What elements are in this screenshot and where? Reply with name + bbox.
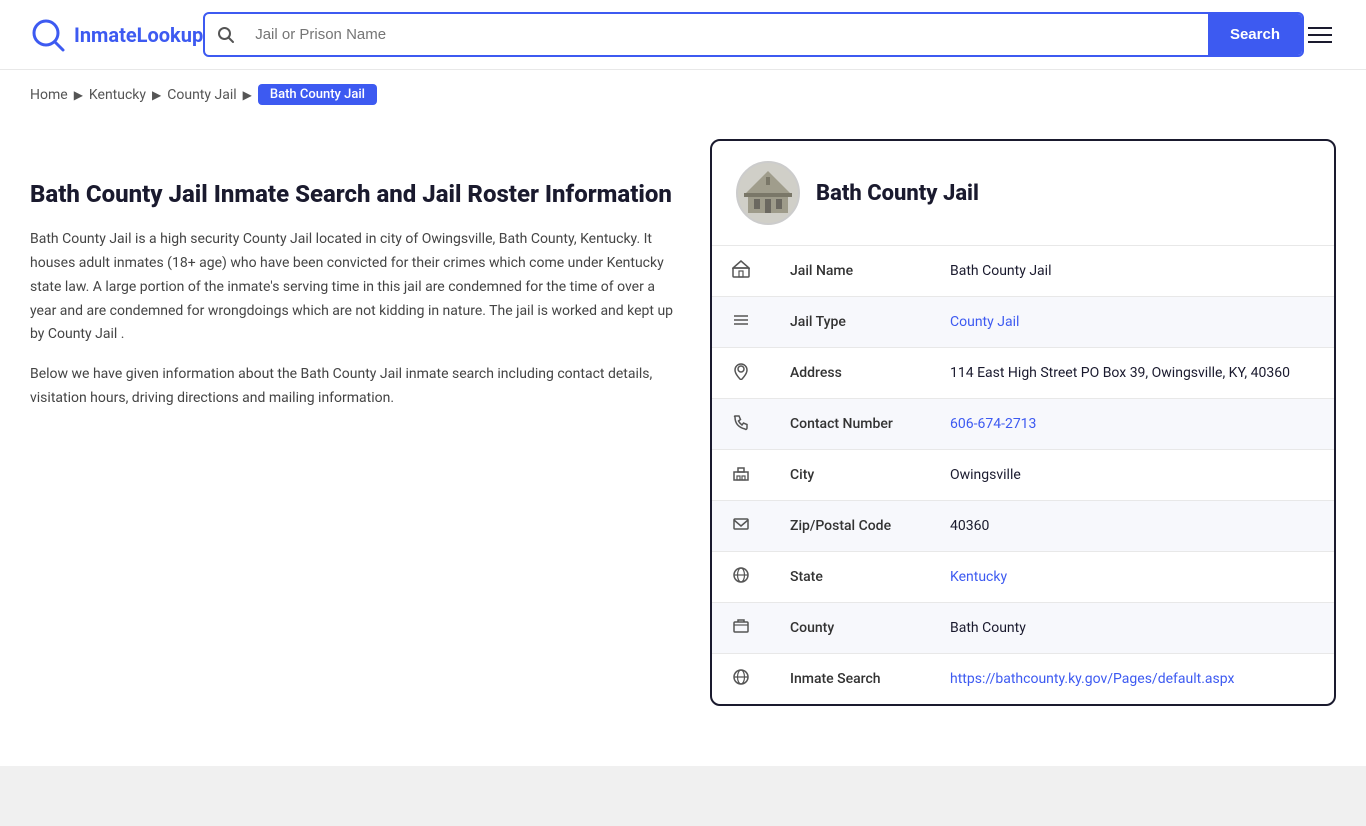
row-value-link[interactable]: County Jail — [950, 314, 1019, 330]
row-value-link[interactable]: 606-674-2713 — [950, 416, 1036, 432]
row-value[interactable]: Kentucky — [930, 552, 1334, 603]
jail-avatar — [736, 161, 800, 225]
search-bar: Search — [203, 12, 1304, 57]
hamburger-line1 — [1308, 27, 1332, 29]
row-value-link[interactable]: https://bathcounty.ky.gov/Pages/default.… — [950, 671, 1234, 687]
row-value: 40360 — [930, 501, 1334, 552]
row-value: Bath County Jail — [930, 246, 1334, 297]
menu-button[interactable] — [1304, 23, 1336, 47]
row-value-link[interactable]: Kentucky — [950, 569, 1007, 585]
mail-icon — [712, 501, 770, 552]
logo-link[interactable]: InmateLookup — [30, 17, 203, 53]
row-label: Jail Name — [770, 246, 930, 297]
row-label: Zip/Postal Code — [770, 501, 930, 552]
row-value[interactable]: https://bathcounty.ky.gov/Pages/default.… — [930, 654, 1334, 705]
page-heading: Bath County Jail Inmate Search and Jail … — [30, 179, 680, 210]
table-row: CityOwingsville — [712, 450, 1334, 501]
breadcrumb-type[interactable]: County Jail — [167, 87, 236, 103]
row-label: State — [770, 552, 930, 603]
row-label: Jail Type — [770, 297, 930, 348]
header: InmateLookup Search — [0, 0, 1366, 70]
breadcrumb-sep3: ▶ — [243, 88, 252, 102]
city-icon — [712, 450, 770, 501]
row-value: 114 East High Street PO Box 39, Owingsvi… — [930, 348, 1334, 399]
row-label: County — [770, 603, 930, 654]
location-icon — [712, 348, 770, 399]
table-row: Zip/Postal Code40360 — [712, 501, 1334, 552]
table-row: Jail NameBath County Jail — [712, 246, 1334, 297]
search-input[interactable] — [247, 14, 1208, 55]
globe-icon — [712, 552, 770, 603]
row-value[interactable]: 606-674-2713 — [930, 399, 1334, 450]
search-button[interactable]: Search — [1208, 14, 1302, 55]
table-row: Contact Number 606-674-2713 — [712, 399, 1334, 450]
breadcrumb-sep1: ▶ — [74, 88, 83, 102]
main-content: Bath County Jail Inmate Search and Jail … — [0, 119, 1366, 726]
courthouse-icon — [742, 167, 794, 219]
search-icon-wrap — [205, 26, 247, 44]
footer-bar — [0, 766, 1366, 826]
row-label: Contact Number — [770, 399, 930, 450]
list-icon — [712, 297, 770, 348]
table-row: Inmate Search https://bathcounty.ky.gov/P… — [712, 654, 1334, 705]
search-icon — [217, 26, 235, 44]
county-icon — [712, 603, 770, 654]
left-column: Bath County Jail Inmate Search and Jail … — [30, 139, 680, 427]
info-table: Jail NameBath County JailJail Type County… — [712, 246, 1334, 704]
table-row: State Kentucky — [712, 552, 1334, 603]
logo-icon — [30, 17, 66, 53]
page-desc1: Bath County Jail is a high security Coun… — [30, 228, 680, 347]
breadcrumb-home[interactable]: Home — [30, 87, 68, 103]
row-label: Inmate Search — [770, 654, 930, 705]
card-header: Bath County Jail — [712, 141, 1334, 246]
row-label: Address — [770, 348, 930, 399]
card-title: Bath County Jail — [816, 181, 979, 206]
table-row: Address114 East High Street PO Box 39, O… — [712, 348, 1334, 399]
hamburger-line2 — [1308, 34, 1332, 36]
page-desc2: Below we have given information about th… — [30, 363, 680, 411]
logo-text: InmateLookup — [74, 23, 203, 47]
table-row: Jail Type County Jail — [712, 297, 1334, 348]
info-card: Bath County Jail Jail NameBath County Ja… — [710, 139, 1336, 706]
breadcrumb-current: Bath County Jail — [258, 84, 377, 105]
hamburger-line3 — [1308, 41, 1332, 43]
jail-icon — [712, 246, 770, 297]
breadcrumb-state[interactable]: Kentucky — [89, 87, 146, 103]
row-value: Owingsville — [930, 450, 1334, 501]
row-value[interactable]: County Jail — [930, 297, 1334, 348]
web-icon — [712, 654, 770, 705]
phone-icon — [712, 399, 770, 450]
row-value: Bath County — [930, 603, 1334, 654]
breadcrumb: Home ▶ Kentucky ▶ County Jail ▶ Bath Cou… — [0, 70, 1366, 119]
row-label: City — [770, 450, 930, 501]
table-row: CountyBath County — [712, 603, 1334, 654]
breadcrumb-sep2: ▶ — [152, 88, 161, 102]
